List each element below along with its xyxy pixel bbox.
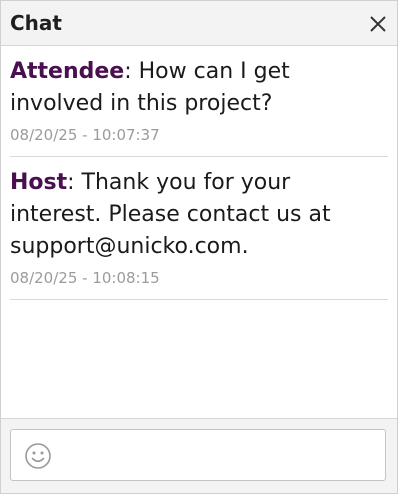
chat-footer (1, 418, 397, 493)
close-button[interactable] (369, 15, 387, 33)
message-list: Attendee: How can I get involved in this… (1, 46, 397, 300)
chat-header: Chat (1, 1, 397, 46)
chat-message-input[interactable] (59, 438, 381, 474)
message-sender: Host (10, 170, 68, 195)
smiley-icon (25, 443, 51, 469)
chat-panel: Chat Attendee: How can I get involved in… (0, 0, 398, 494)
message-body: Attendee: How can I get involved in this… (10, 56, 382, 120)
chat-title: Chat (10, 11, 62, 35)
message-timestamp: 08/20/25 - 10:08:15 (10, 269, 160, 287)
message-body: Host: Thank you for your interest. Pleas… (10, 167, 388, 263)
message-sender: Attendee (10, 59, 125, 84)
message-input-box (10, 429, 386, 481)
close-icon (370, 16, 386, 32)
message-item: Host: Thank you for your interest. Pleas… (10, 157, 388, 300)
message-timestamp: 08/20/25 - 10:07:37 (10, 126, 160, 144)
emoji-button[interactable] (24, 442, 52, 470)
message-item: Attendee: How can I get involved in this… (10, 46, 388, 157)
